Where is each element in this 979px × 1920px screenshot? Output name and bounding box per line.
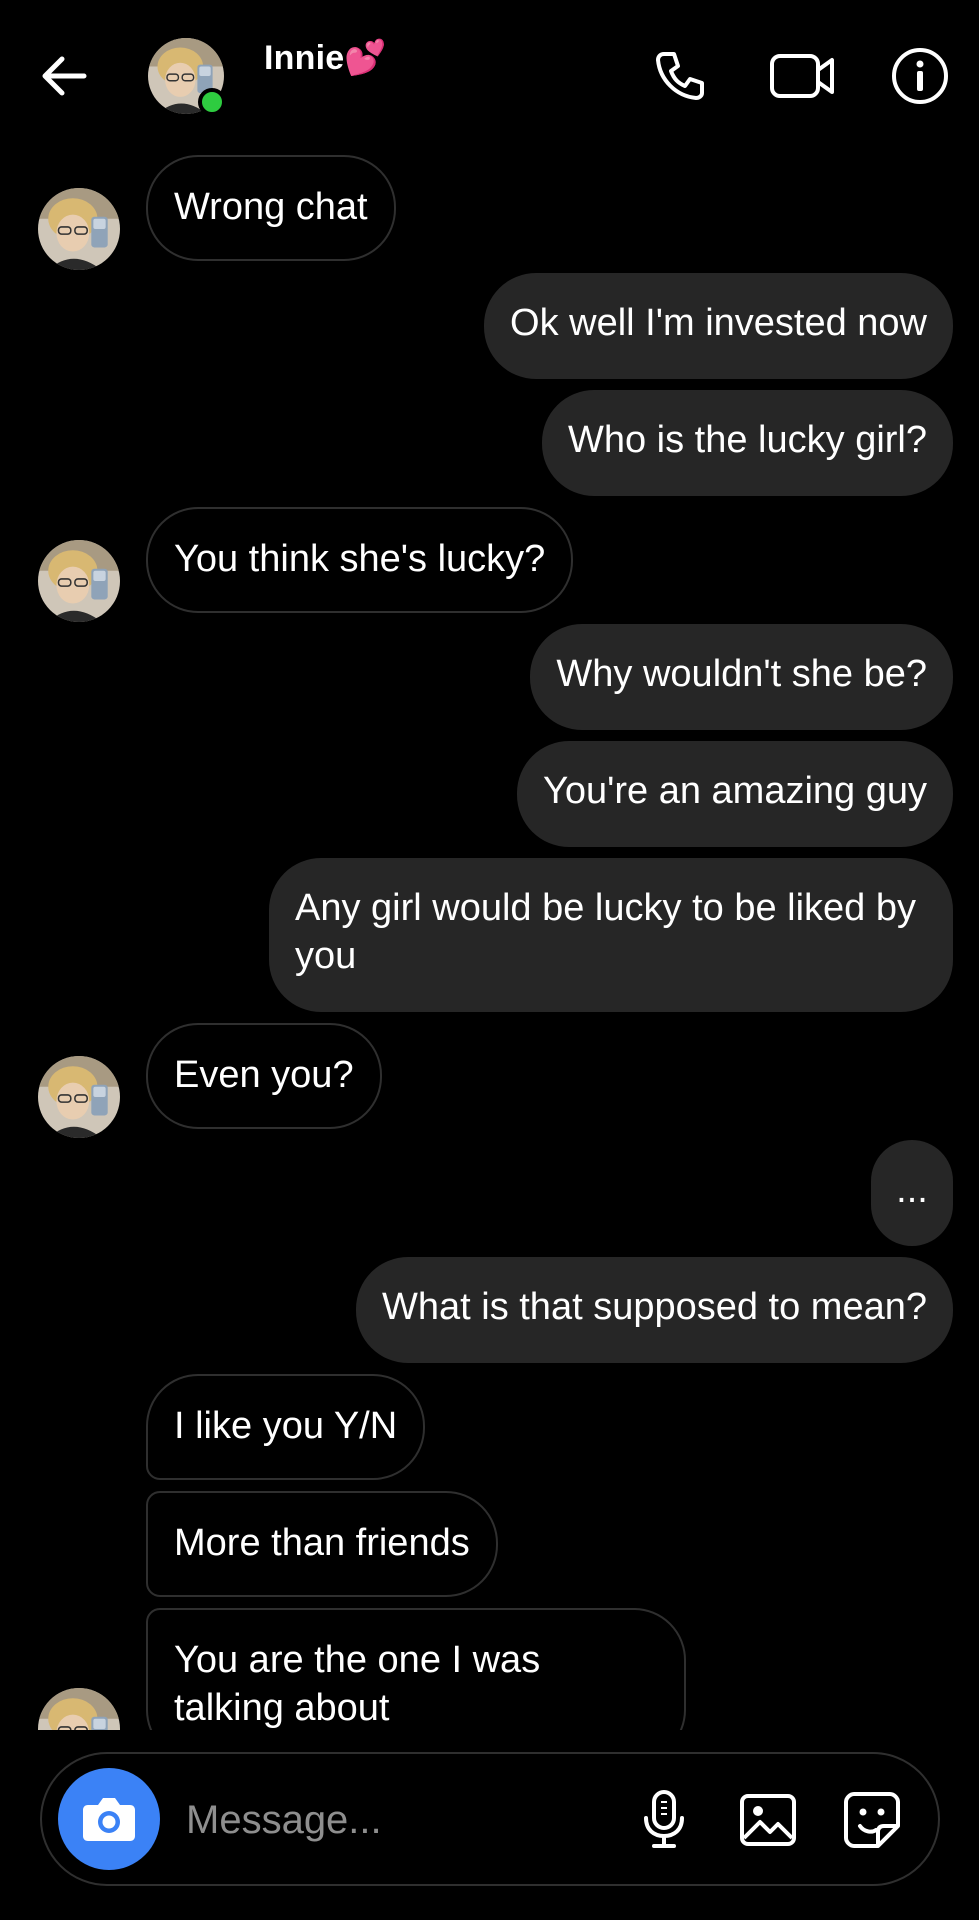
voice-call-button[interactable] (650, 46, 710, 106)
message-outgoing[interactable]: Ok well I'm invested now (484, 273, 953, 379)
message-outgoing[interactable]: You're an amazing guy (516, 741, 953, 847)
sender-avatar[interactable] (38, 1056, 120, 1138)
message-input[interactable] (184, 1788, 658, 1852)
conversation-info-button[interactable] (890, 46, 950, 106)
sticker-button[interactable] (840, 1788, 904, 1852)
message-incoming[interactable]: You are the one I was talking about (146, 1608, 686, 1730)
message-composer (40, 1752, 940, 1886)
video-camera-icon (770, 54, 834, 98)
phone-icon (656, 52, 704, 100)
message-outgoing[interactable]: Any girl would be lucky to be liked by y… (269, 858, 953, 1012)
image-icon (740, 1794, 796, 1846)
sender-avatar[interactable] (38, 188, 120, 270)
message-outgoing[interactable]: What is that supposed to mean? (356, 1257, 953, 1363)
chat-header: Innie💕 (0, 0, 979, 150)
message-incoming[interactable]: More than friends (146, 1491, 498, 1597)
camera-button[interactable] (58, 1768, 160, 1870)
message-outgoing[interactable]: ... (871, 1140, 953, 1246)
sticker-icon (844, 1792, 900, 1848)
arrow-left-icon (42, 56, 87, 96)
back-button[interactable] (38, 50, 90, 102)
online-status-dot (198, 88, 226, 116)
voice-message-button[interactable] (632, 1788, 696, 1852)
message-outgoing[interactable]: Who is the lucky girl? (541, 390, 953, 496)
camera-icon (83, 1798, 135, 1841)
message-outgoing[interactable]: Why wouldn't she be? (530, 624, 953, 730)
message-incoming[interactable]: You think she's lucky? (146, 507, 574, 613)
contact-name[interactable]: Innie💕 (264, 38, 387, 78)
message-incoming[interactable]: I like you Y/N (146, 1374, 426, 1480)
message-thread[interactable]: Wrong chat Ok well I'm invested now Who … (0, 150, 979, 1730)
microphone-icon (644, 1790, 684, 1848)
sender-avatar[interactable] (38, 1688, 120, 1730)
video-call-button[interactable] (768, 46, 838, 106)
message-incoming[interactable]: Even you? (146, 1023, 382, 1129)
message-incoming[interactable]: Wrong chat (146, 155, 396, 261)
info-icon (892, 48, 948, 104)
gallery-button[interactable] (736, 1788, 800, 1852)
sender-avatar[interactable] (38, 540, 120, 622)
